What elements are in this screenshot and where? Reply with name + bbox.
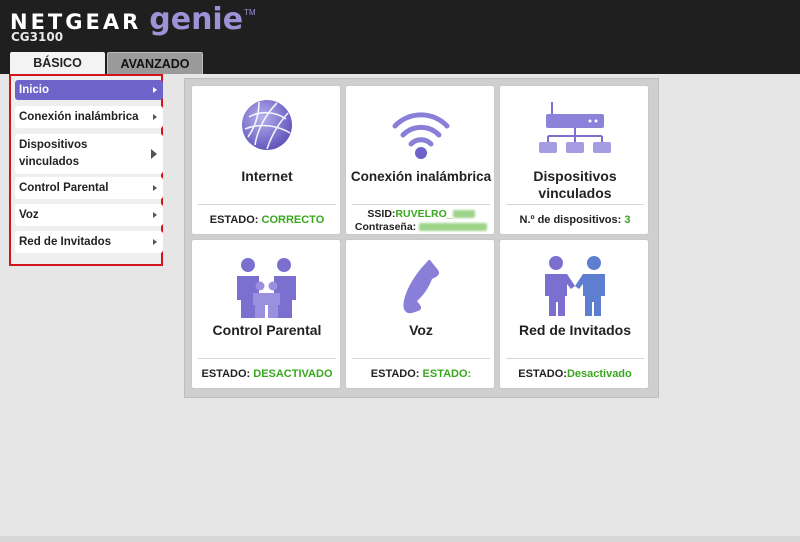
globe-icon xyxy=(242,100,292,150)
status-value: Desactivado xyxy=(566,368,632,380)
sidebar-item-red-de-invitados[interactable]: Red de Invitados xyxy=(15,231,163,253)
parental-status: ESTADO: DESACTIVADO xyxy=(201,368,333,380)
card-divider xyxy=(352,358,490,359)
guest-status: ESTADO:Desactivado xyxy=(518,368,632,380)
internet-status: ESTADO: CORRECTO xyxy=(209,214,325,226)
card-title: Conexión inalámbrica xyxy=(350,169,492,184)
sidebar-menu: Inicio Conexión inalámbrica Dispositivos… xyxy=(9,74,163,266)
handshake-icon xyxy=(545,256,605,316)
main-tabs: BÁSICO AVANZADO xyxy=(10,52,203,74)
parental-control-card[interactable]: Control Parental ESTADO: DESACTIVADO xyxy=(191,239,341,389)
card-divider xyxy=(506,358,644,359)
ssid-line: SSID:RUVELRO_ xyxy=(346,207,496,221)
arrow-right-icon xyxy=(153,212,157,218)
sidebar-item-voz[interactable]: Voz xyxy=(15,204,163,226)
guest-network-card[interactable]: Red de Invitados ESTADO:Desactivado xyxy=(499,239,649,389)
wifi-icon xyxy=(392,112,450,159)
devices-card[interactable]: Dispositivos vinculados N.º de dispositi… xyxy=(499,85,649,235)
status-value: ESTADO: xyxy=(422,368,472,380)
status-value: DESACTIVADO xyxy=(253,368,333,380)
sidebar-item-conexion-inalambrica[interactable]: Conexión inalámbrica xyxy=(15,106,163,128)
ssid-value: RUVELRO_ xyxy=(395,208,453,220)
sidebar-item-label: Dispositivos vinculados xyxy=(19,139,88,168)
status-value: CORRECTO xyxy=(261,214,325,226)
password-line: Contraseña: xyxy=(346,220,496,234)
voice-status: ESTADO: ESTADO: xyxy=(370,368,472,380)
blurred-text xyxy=(452,210,475,219)
sidebar-item-control-parental[interactable]: Control Parental xyxy=(15,177,163,199)
voice-card[interactable]: Voz ESTADO: ESTADO: xyxy=(345,239,495,389)
blurred-text xyxy=(419,223,488,232)
sidebar-item-label: Conexión inalámbrica xyxy=(19,111,139,123)
arrow-right-icon xyxy=(151,149,157,159)
dashboard-panel: Internet ESTADO: CORRECTO Conexión inalá… xyxy=(184,78,659,398)
card-divider xyxy=(506,204,644,205)
model-name: CG3100 xyxy=(11,30,64,44)
brand-trademark: TM xyxy=(244,8,256,17)
device-count-value: 3 xyxy=(624,214,631,226)
arrow-right-icon xyxy=(153,239,157,245)
phone-icon xyxy=(403,259,440,314)
internet-card[interactable]: Internet ESTADO: CORRECTO xyxy=(191,85,341,235)
wireless-card[interactable]: Conexión inalámbrica SSID:RUVELRO_ Contr… xyxy=(345,85,495,235)
arrow-right-icon xyxy=(153,87,157,93)
card-title: Internet xyxy=(241,168,293,184)
card-divider xyxy=(352,204,490,205)
card-title: Dispositivos vinculados xyxy=(533,168,617,201)
arrow-right-icon xyxy=(153,114,157,120)
device-count: N.º de dispositivos: 3 xyxy=(519,214,631,226)
card-title: Voz xyxy=(409,322,433,338)
network-devices-icon xyxy=(539,102,611,153)
card-divider xyxy=(198,358,336,359)
bottom-border xyxy=(0,536,800,542)
tab-basico[interactable]: BÁSICO xyxy=(10,52,105,74)
sidebar-item-label: Red de Invitados xyxy=(19,236,112,248)
sidebar-item-label: Voz xyxy=(19,209,39,221)
sidebar-item-label: Inicio xyxy=(19,84,50,96)
card-title: Red de Invitados xyxy=(518,322,632,338)
sidebar-item-label: Control Parental xyxy=(19,182,109,194)
family-icon xyxy=(237,258,296,318)
arrow-right-icon xyxy=(153,185,157,191)
sidebar-item-inicio[interactable]: Inicio xyxy=(15,80,163,100)
card-divider xyxy=(198,204,336,205)
card-title: Control Parental xyxy=(212,322,322,338)
header: NETGEAR genie TM CG3100 BÁSICO AVANZADO xyxy=(0,0,800,74)
tab-avanzado[interactable]: AVANZADO xyxy=(107,52,203,74)
brand-genie: genie xyxy=(149,2,244,37)
sidebar-item-dispositivos-vinculados[interactable]: Dispositivos vinculados xyxy=(15,134,163,174)
